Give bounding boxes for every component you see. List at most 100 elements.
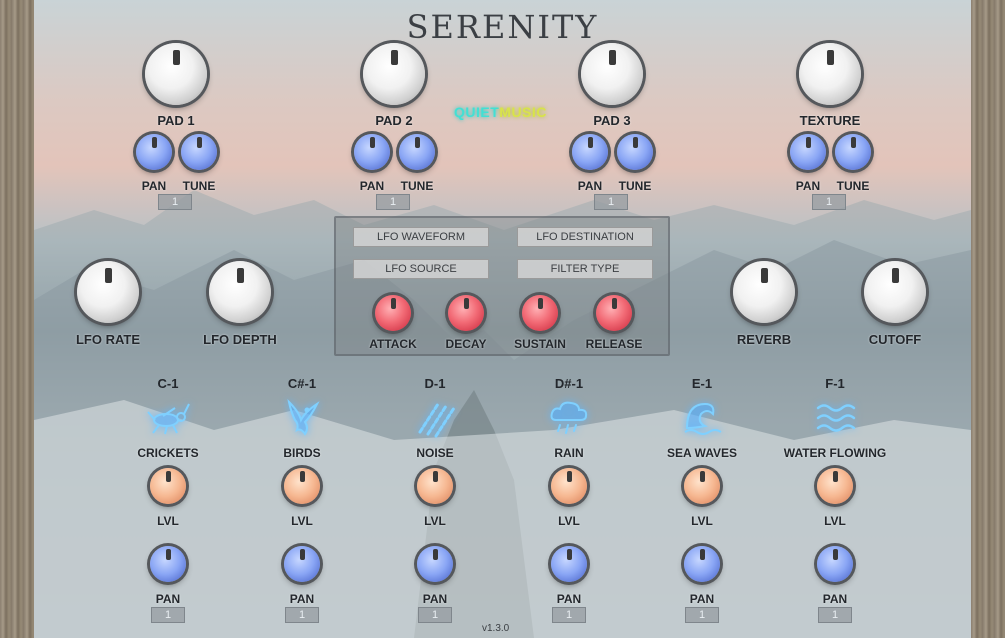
slot5-pan-label: PAN (689, 592, 715, 606)
texture-tune-label: TUNE (836, 179, 870, 193)
pad3-pan-label: PAN (577, 179, 603, 193)
texture-volume-knob[interactable] (799, 43, 861, 105)
reverb-label: REVERB (736, 332, 792, 347)
slot3-level-knob[interactable] (417, 468, 453, 504)
water-flowing-icon (812, 398, 858, 438)
decay-knob[interactable] (448, 295, 484, 331)
slot3-level-label: LVL (424, 514, 446, 528)
lfo-rate-knob[interactable] (77, 261, 139, 323)
slot5-note: E-1 (691, 376, 713, 391)
instrument-panel: SERENITY QUIETMUSIC PAD 1 PAN TUNE 1 PAD… (34, 0, 971, 638)
pad3-pan-knob[interactable] (572, 134, 608, 170)
slot2-note: C#-1 (287, 376, 317, 391)
attack-label: ATTACK (369, 337, 417, 351)
pad3-volume-knob[interactable] (581, 43, 643, 105)
slot4-value-box[interactable]: 1 (552, 607, 586, 623)
noise-icon (412, 398, 458, 438)
slot2-name: BIRDS (283, 446, 321, 460)
slot5-name: SEA WAVES (666, 446, 737, 460)
wood-frame-left (0, 0, 34, 638)
slot4-note: D#-1 (554, 376, 584, 391)
slot5-pan-knob[interactable] (684, 546, 720, 582)
lfo-depth-knob[interactable] (209, 261, 271, 323)
slot3-pan-label: PAN (422, 592, 448, 606)
slot3-pan-knob[interactable] (417, 546, 453, 582)
slot1-pan-label: PAN (155, 592, 181, 606)
slot6-pan-knob[interactable] (817, 546, 853, 582)
cutoff-knob[interactable] (864, 261, 926, 323)
pad1-volume-knob[interactable] (145, 43, 207, 105)
app-title: SERENITY (406, 8, 599, 46)
texture-label: TEXTURE (799, 113, 861, 128)
texture-pan-knob[interactable] (790, 134, 826, 170)
slot3-value-box[interactable]: 1 (418, 607, 452, 623)
slot1-name: CRICKETS (137, 446, 199, 460)
slot2-pan-knob[interactable] (284, 546, 320, 582)
pad2-pan-knob[interactable] (354, 134, 390, 170)
slot6-value-box[interactable]: 1 (818, 607, 852, 623)
brand-logo: QUIETMUSIC (454, 104, 547, 120)
lfo-waveform-select[interactable]: LFO WAVEFORM (353, 227, 489, 247)
pad3-tune-label: TUNE (618, 179, 652, 193)
release-label: RELEASE (585, 337, 643, 351)
slot2-level-label: LVL (291, 514, 313, 528)
pad3-label: PAD 3 (593, 113, 631, 128)
slot4-pan-knob[interactable] (551, 546, 587, 582)
pad2-label: PAD 2 (375, 113, 413, 128)
slot1-level-label: LVL (157, 514, 179, 528)
pad2-tune-label: TUNE (400, 179, 434, 193)
pad2-volume-knob[interactable] (363, 43, 425, 105)
pad1-pan-knob[interactable] (136, 134, 172, 170)
texture-tune-knob[interactable] (835, 134, 871, 170)
rain-cloud-icon (546, 398, 592, 438)
pad1-label: PAD 1 (157, 113, 195, 128)
texture-pan-label: PAN (795, 179, 821, 193)
release-knob[interactable] (596, 295, 632, 331)
reverb-knob[interactable] (733, 261, 795, 323)
slot6-name: WATER FLOWING (783, 446, 887, 460)
cutoff-label: CUTOFF (868, 332, 922, 347)
decay-label: DECAY (445, 337, 487, 351)
slot6-note: F-1 (825, 376, 845, 391)
pad1-tune-label: TUNE (182, 179, 216, 193)
slot1-value-box[interactable]: 1 (151, 607, 185, 623)
texture-value-box[interactable]: 1 (812, 194, 846, 210)
version-label: v1.3.0 (482, 623, 510, 634)
pad2-tune-knob[interactable] (399, 134, 435, 170)
slot1-pan-knob[interactable] (150, 546, 186, 582)
lfo-source-select[interactable]: LFO SOURCE (353, 259, 489, 279)
filter-type-select[interactable]: FILTER TYPE (517, 259, 653, 279)
lfo-envelope-section: LFO WAVEFORM LFO DESTINATION LFO SOURCE … (334, 216, 670, 356)
sustain-label: SUSTAIN (514, 337, 566, 351)
slot2-value-box[interactable]: 1 (285, 607, 319, 623)
pad2-pan-label: PAN (359, 179, 385, 193)
lfo-destination-select[interactable]: LFO DESTINATION (517, 227, 653, 247)
wood-frame-right (971, 0, 1005, 638)
slot2-pan-label: PAN (289, 592, 315, 606)
pad1-value-box[interactable]: 1 (158, 194, 192, 210)
slot1-note: C-1 (157, 376, 179, 391)
slot3-name: NOISE (416, 446, 454, 460)
slot5-level-label: LVL (691, 514, 713, 528)
sustain-knob[interactable] (522, 295, 558, 331)
pad3-tune-knob[interactable] (617, 134, 653, 170)
slot6-level-label: LVL (824, 514, 846, 528)
cricket-icon (145, 398, 191, 438)
slot4-level-knob[interactable] (551, 468, 587, 504)
pad1-pan-label: PAN (141, 179, 167, 193)
slot3-note: D-1 (424, 376, 446, 391)
lfo-rate-label: LFO RATE (75, 332, 141, 347)
slot6-level-knob[interactable] (817, 468, 853, 504)
wave-icon (679, 398, 725, 438)
lfo-depth-label: LFO DEPTH (203, 332, 277, 347)
pad3-value-box[interactable]: 1 (594, 194, 628, 210)
attack-knob[interactable] (375, 295, 411, 331)
slot4-level-label: LVL (558, 514, 580, 528)
slot5-level-knob[interactable] (684, 468, 720, 504)
slot1-level-knob[interactable] (150, 468, 186, 504)
pad2-value-box[interactable]: 1 (376, 194, 410, 210)
slot2-level-knob[interactable] (284, 468, 320, 504)
pad1-tune-knob[interactable] (181, 134, 217, 170)
slot5-value-box[interactable]: 1 (685, 607, 719, 623)
slot6-pan-label: PAN (822, 592, 848, 606)
